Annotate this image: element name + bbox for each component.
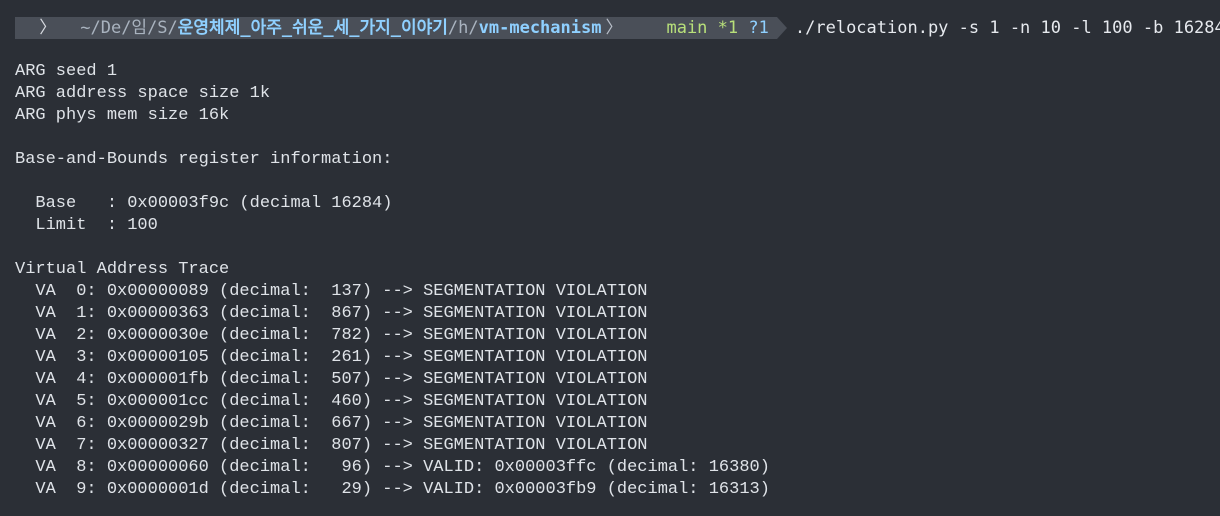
- command-input[interactable]: ./relocation.py -s 1 -n 10 -l 100 -b 162…: [787, 17, 1220, 39]
- output-line: VA 5: 0x000001cc (decimal: 460) --> SEGM…: [15, 392, 648, 411]
- output-line: VA 9: 0x0000001d (decimal: 29) --> VALID…: [15, 480, 770, 499]
- path-mid: /h/: [447, 18, 479, 38]
- terminal-window[interactable]: 〉 ~/De/임/S/ 운영체제_아주_쉬운_세_가지_이야기 /h/ vm-m…: [0, 0, 1220, 516]
- output-line: ARG phys mem size 16k: [15, 106, 230, 125]
- os-segment: 〉: [15, 17, 67, 39]
- output-line: ARG seed 1: [15, 62, 118, 81]
- prompt-arrow-icon: [776, 17, 787, 39]
- segment-separator-icon: 〉: [605, 18, 623, 38]
- output-line: Limit : 100: [15, 216, 158, 235]
- git-modified-count: *1: [717, 18, 739, 38]
- output-line: VA 4: 0x000001fb (decimal: 507) --> SEGM…: [15, 370, 648, 389]
- output-line: VA 1: 0x00000363 (decimal: 867) --> SEGM…: [15, 304, 648, 323]
- command-output: ARG seed 1 ARG address space size 1k ARG p…: [15, 61, 770, 501]
- output-line: Base-and-Bounds register information:: [15, 150, 393, 169]
- output-line: VA 3: 0x00000105 (decimal: 261) --> SEGM…: [15, 348, 648, 367]
- git-branch: main: [666, 18, 708, 38]
- path-prefix: ~/De/임/S/: [80, 18, 178, 38]
- output-line: VA 6: 0x0000029b (decimal: 667) --> SEGM…: [15, 414, 648, 433]
- output-line: VA 0: 0x00000089 (decimal: 137) --> SEGM…: [15, 282, 648, 301]
- output-line: VA 7: 0x00000327 (decimal: 807) --> SEGM…: [15, 436, 648, 455]
- git-untracked-count: ?1: [748, 18, 769, 38]
- output-line: Virtual Address Trace: [15, 260, 230, 279]
- git-segment: main *1 ?1: [630, 17, 777, 39]
- path-segment: ~/De/임/S/ 운영체제_아주_쉬운_세_가지_이야기 /h/ vm-mec…: [66, 17, 631, 39]
- output-line: VA 8: 0x00000060 (decimal: 96) --> VALID…: [15, 458, 770, 477]
- output-line: ARG address space size 1k: [15, 84, 271, 103]
- output-line: VA 2: 0x0000030e (decimal: 782) --> SEGM…: [15, 326, 648, 345]
- shell-prompt: 〉 ~/De/임/S/ 운영체제_아주_쉬운_세_가지_이야기 /h/ vm-m…: [15, 17, 1220, 39]
- output-line: Base : 0x00003f9c (decimal 16284): [15, 194, 393, 213]
- path-current-dir: vm-mechanism: [478, 18, 602, 38]
- path-bold-dir: 운영체제_아주_쉬운_세_가지_이야기: [177, 18, 448, 38]
